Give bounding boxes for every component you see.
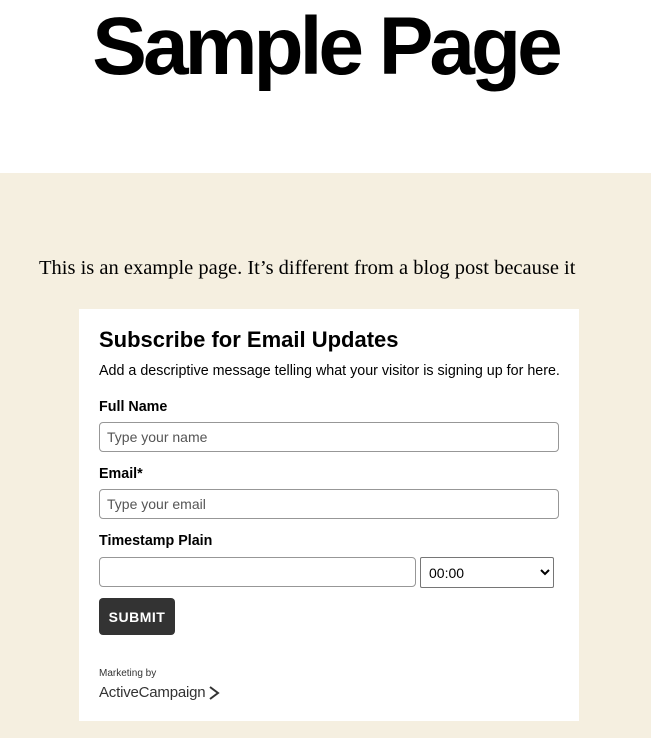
- form-description: Add a descriptive message telling what y…: [99, 363, 560, 379]
- email-label: Email*: [99, 466, 143, 482]
- timestamp-label: Timestamp Plain: [99, 533, 213, 549]
- timestamp-time-select[interactable]: 00:00: [420, 557, 554, 588]
- full-name-label: Full Name: [99, 399, 168, 415]
- chevron-right-icon: [208, 686, 221, 700]
- email-input[interactable]: [99, 489, 559, 519]
- intro-paragraph: This is an example page. It’s different …: [39, 257, 576, 279]
- submit-button[interactable]: SUBMIT: [99, 598, 175, 635]
- subscribe-form: Subscribe for Email Updates Add a descri…: [79, 309, 579, 721]
- timestamp-date-input[interactable]: [99, 557, 416, 587]
- marketing-by-text: Marketing by: [99, 668, 157, 679]
- content-area: This is an example page. It’s different …: [0, 173, 651, 738]
- page-title: Sample Page: [92, 1, 562, 92]
- full-name-input[interactable]: [99, 422, 559, 452]
- activecampaign-link[interactable]: ActiveCampaign: [99, 683, 221, 703]
- brand-name: ActiveCampaign: [99, 684, 206, 701]
- form-heading: Subscribe for Email Updates: [99, 327, 399, 352]
- page: Sample Page This is an example page. It’…: [0, 0, 651, 738]
